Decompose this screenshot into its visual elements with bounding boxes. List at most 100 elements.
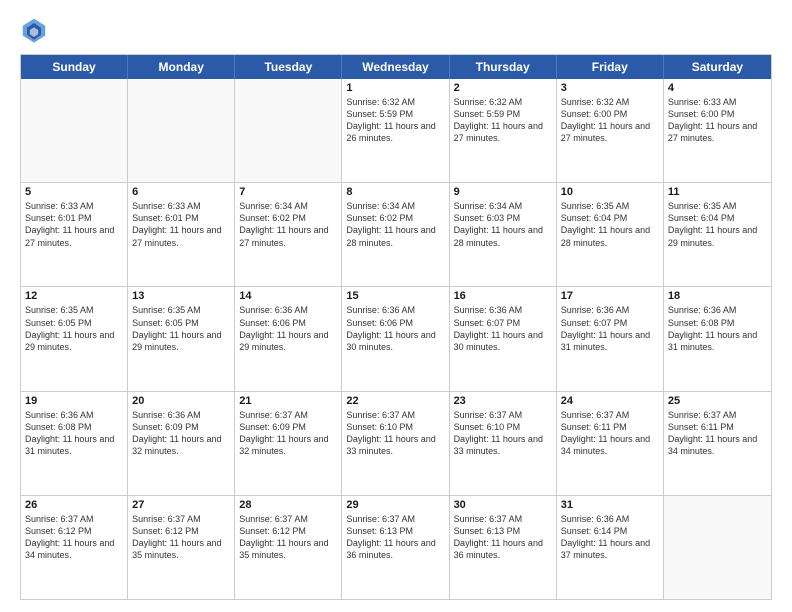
- calendar-cell-day-19: 19 Sunrise: 6:36 AM Sunset: 6:08 PM Dayli…: [21, 392, 128, 495]
- calendar-cell-empty: [664, 496, 771, 599]
- cell-info: Sunrise: 6:34 AM Sunset: 6:03 PM Dayligh…: [454, 200, 552, 249]
- day-number: 5: [25, 186, 123, 198]
- calendar-body: 1 Sunrise: 6:32 AM Sunset: 5:59 PM Daylig…: [21, 79, 771, 599]
- day-header-wednesday: Wednesday: [342, 55, 449, 79]
- day-number: 19: [25, 395, 123, 407]
- calendar-cell-day-18: 18Sunrise: 6:36 AM Sunset: 6:08 PM Dayli…: [664, 287, 771, 390]
- day-number: 15: [346, 290, 444, 302]
- calendar-cell-day-29: 29 Sunrise: 6:37 AM Sunset: 6:13 PM Dayli…: [342, 496, 449, 599]
- calendar-cell-day-20: 20Sunrise: 6:36 AM Sunset: 6:09 PM Dayli…: [128, 392, 235, 495]
- calendar-cell-day-21: 21 Sunrise: 6:37 AM Sunset: 6:09 PM Dayli…: [235, 392, 342, 495]
- day-number: 12: [25, 290, 123, 302]
- calendar-cell-day-30: 30 Sunrise: 6:37 AM Sunset: 6:13 PM Dayli…: [450, 496, 557, 599]
- calendar-cell-day-26: 26Sunrise: 6:37 AM Sunset: 6:12 PM Dayli…: [21, 496, 128, 599]
- calendar-cell-day-14: 14 Sunrise: 6:36 AM Sunset: 6:06 PM Dayli…: [235, 287, 342, 390]
- calendar-cell-day-4: 4 Sunrise: 6:33 AM Sunset: 6:00 PM Daylig…: [664, 79, 771, 182]
- cell-info: Sunrise: 6:35 AM Sunset: 6:04 PM Dayligh…: [668, 200, 767, 249]
- cell-info: Sunrise: 6:37 AM Sunset: 6:11 PM Dayligh…: [668, 409, 767, 458]
- day-number: 11: [668, 186, 767, 198]
- cell-info: Sunrise: 6:36 AM Sunset: 6:06 PM Dayligh…: [346, 304, 444, 353]
- calendar-cell-day-1: 1 Sunrise: 6:32 AM Sunset: 5:59 PM Daylig…: [342, 79, 449, 182]
- day-number: 27: [132, 499, 230, 511]
- cell-info: Sunrise: 6:37 AM Sunset: 6:10 PM Dayligh…: [346, 409, 444, 458]
- day-number: 2: [454, 82, 552, 94]
- calendar-cell-day-24: 24Sunrise: 6:37 AM Sunset: 6:11 PM Dayli…: [557, 392, 664, 495]
- calendar-cell-day-22: 22 Sunrise: 6:37 AM Sunset: 6:10 PM Dayli…: [342, 392, 449, 495]
- day-number: 6: [132, 186, 230, 198]
- cell-info: Sunrise: 6:34 AM Sunset: 6:02 PM Dayligh…: [346, 200, 444, 249]
- cell-info: Sunrise: 6:37 AM Sunset: 6:10 PM Dayligh…: [454, 409, 552, 458]
- calendar-cell-day-11: 11 Sunrise: 6:35 AM Sunset: 6:04 PM Dayli…: [664, 183, 771, 286]
- day-number: 9: [454, 186, 552, 198]
- day-number: 1: [346, 82, 444, 94]
- day-number: 14: [239, 290, 337, 302]
- cell-info: Sunrise: 6:32 AM Sunset: 6:00 PM Dayligh…: [561, 96, 659, 145]
- day-header-monday: Monday: [128, 55, 235, 79]
- day-number: 22: [346, 395, 444, 407]
- calendar-cell-day-31: 31 Sunrise: 6:36 AM Sunset: 6:14 PM Dayli…: [557, 496, 664, 599]
- calendar-header: SundayMondayTuesdayWednesdayThursdayFrid…: [21, 55, 771, 79]
- calendar-cell-day-28: 28 Sunrise: 6:37 AM Sunset: 6:12 PM Dayli…: [235, 496, 342, 599]
- cell-info: Sunrise: 6:37 AM Sunset: 6:13 PM Dayligh…: [454, 513, 552, 562]
- day-number: 13: [132, 290, 230, 302]
- calendar-cell-day-2: 2Sunrise: 6:32 AM Sunset: 5:59 PM Daylig…: [450, 79, 557, 182]
- calendar-row-1: 1 Sunrise: 6:32 AM Sunset: 5:59 PM Daylig…: [21, 79, 771, 182]
- calendar-cell-day-10: 10 Sunrise: 6:35 AM Sunset: 6:04 PM Dayli…: [557, 183, 664, 286]
- day-number: 16: [454, 290, 552, 302]
- day-header-tuesday: Tuesday: [235, 55, 342, 79]
- day-number: 18: [668, 290, 767, 302]
- cell-info: Sunrise: 6:33 AM Sunset: 6:01 PM Dayligh…: [132, 200, 230, 249]
- calendar-cell-day-6: 6 Sunrise: 6:33 AM Sunset: 6:01 PM Daylig…: [128, 183, 235, 286]
- calendar-cell-day-25: 25 Sunrise: 6:37 AM Sunset: 6:11 PM Dayli…: [664, 392, 771, 495]
- day-number: 26: [25, 499, 123, 511]
- day-number: 28: [239, 499, 337, 511]
- day-number: 21: [239, 395, 337, 407]
- day-number: 7: [239, 186, 337, 198]
- cell-info: Sunrise: 6:37 AM Sunset: 6:12 PM Dayligh…: [132, 513, 230, 562]
- calendar-cell-day-7: 7 Sunrise: 6:34 AM Sunset: 6:02 PM Daylig…: [235, 183, 342, 286]
- cell-info: Sunrise: 6:37 AM Sunset: 6:13 PM Dayligh…: [346, 513, 444, 562]
- calendar-cell-day-15: 15 Sunrise: 6:36 AM Sunset: 6:06 PM Dayli…: [342, 287, 449, 390]
- calendar-cell-day-9: 9 Sunrise: 6:34 AM Sunset: 6:03 PM Daylig…: [450, 183, 557, 286]
- cell-info: Sunrise: 6:32 AM Sunset: 5:59 PM Dayligh…: [346, 96, 444, 145]
- day-number: 10: [561, 186, 659, 198]
- calendar-cell-day-12: 12 Sunrise: 6:35 AM Sunset: 6:05 PM Dayli…: [21, 287, 128, 390]
- day-number: 3: [561, 82, 659, 94]
- calendar-cell-day-3: 3 Sunrise: 6:32 AM Sunset: 6:00 PM Daylig…: [557, 79, 664, 182]
- calendar-cell-day-8: 8 Sunrise: 6:34 AM Sunset: 6:02 PM Daylig…: [342, 183, 449, 286]
- cell-info: Sunrise: 6:34 AM Sunset: 6:02 PM Dayligh…: [239, 200, 337, 249]
- calendar-cell-empty: [21, 79, 128, 182]
- day-header-friday: Friday: [557, 55, 664, 79]
- day-number: 25: [668, 395, 767, 407]
- day-number: 8: [346, 186, 444, 198]
- calendar-row-5: 26 Sunrise: 6:37 AM Sunset: 6:12 PM Dayli…: [21, 495, 771, 599]
- day-header-sunday: Sunday: [21, 55, 128, 79]
- cell-info: Sunrise: 6:37 AM Sunset: 6:09 PM Dayligh…: [239, 409, 337, 458]
- cell-info: Sunrise: 6:37 AM Sunset: 6:12 PM Dayligh…: [239, 513, 337, 562]
- calendar-cell-day-23: 23Sunrise: 6:37 AM Sunset: 6:10 PM Dayli…: [450, 392, 557, 495]
- day-header-saturday: Saturday: [664, 55, 771, 79]
- cell-info: Sunrise: 6:36 AM Sunset: 6:08 PM Dayligh…: [25, 409, 123, 458]
- day-header-thursday: Thursday: [450, 55, 557, 79]
- calendar-cell-day-5: 5 Sunrise: 6:33 AM Sunset: 6:01 PM Daylig…: [21, 183, 128, 286]
- cell-info: Sunrise: 6:35 AM Sunset: 6:05 PM Dayligh…: [25, 304, 123, 353]
- cell-info: Sunrise: 6:36 AM Sunset: 6:06 PM Dayligh…: [239, 304, 337, 353]
- cell-info: Sunrise: 6:36 AM Sunset: 6:14 PM Dayligh…: [561, 513, 659, 562]
- calendar-row-3: 12 Sunrise: 6:35 AM Sunset: 6:05 PM Dayli…: [21, 286, 771, 390]
- cell-info: Sunrise: 6:37 AM Sunset: 6:11 PM Dayligh…: [561, 409, 659, 458]
- calendar-cell-day-16: 16 Sunrise: 6:36 AM Sunset: 6:07 PM Dayli…: [450, 287, 557, 390]
- calendar-row-2: 5 Sunrise: 6:33 AM Sunset: 6:01 PM Daylig…: [21, 182, 771, 286]
- cell-info: Sunrise: 6:35 AM Sunset: 6:04 PM Dayligh…: [561, 200, 659, 249]
- logo: [20, 16, 52, 44]
- cell-info: Sunrise: 6:33 AM Sunset: 6:00 PM Dayligh…: [668, 96, 767, 145]
- cell-info: Sunrise: 6:36 AM Sunset: 6:07 PM Dayligh…: [454, 304, 552, 353]
- cell-info: Sunrise: 6:36 AM Sunset: 6:09 PM Dayligh…: [132, 409, 230, 458]
- day-number: 29: [346, 499, 444, 511]
- calendar: SundayMondayTuesdayWednesdayThursdayFrid…: [20, 54, 772, 600]
- day-number: 31: [561, 499, 659, 511]
- day-number: 4: [668, 82, 767, 94]
- cell-info: Sunrise: 6:33 AM Sunset: 6:01 PM Dayligh…: [25, 200, 123, 249]
- calendar-cell-empty: [128, 79, 235, 182]
- day-number: 30: [454, 499, 552, 511]
- calendar-cell-day-13: 13Sunrise: 6:35 AM Sunset: 6:05 PM Dayli…: [128, 287, 235, 390]
